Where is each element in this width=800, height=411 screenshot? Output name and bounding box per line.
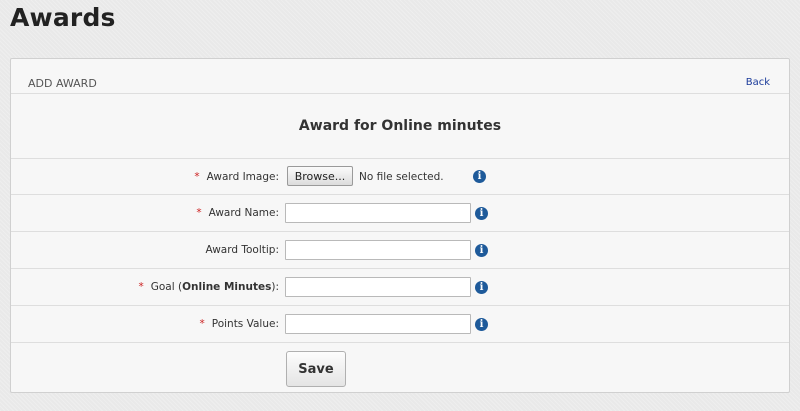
- file-status-text: No file selected.: [359, 171, 444, 183]
- form-heading: Award for Online minutes: [11, 94, 789, 159]
- panel-header: ADD AWARD Back: [11, 59, 789, 94]
- award-name-label-text: Award Name:: [208, 207, 279, 219]
- award-image-label-text: Award Image:: [206, 171, 279, 183]
- info-icon[interactable]: i: [475, 207, 488, 220]
- goal-row: * Goal (Online Minutes): i: [11, 269, 789, 306]
- required-marker: *: [199, 318, 205, 330]
- points-value-label-text: Points Value:: [211, 318, 279, 330]
- goal-label: * Goal (Online Minutes):: [139, 269, 280, 305]
- required-marker: *: [196, 207, 202, 219]
- info-icon[interactable]: i: [475, 318, 488, 331]
- goal-label-prefix: Goal (: [150, 281, 183, 293]
- points-value-row: * Points Value: i: [11, 306, 789, 343]
- info-icon[interactable]: i: [473, 170, 486, 183]
- info-icon[interactable]: i: [475, 244, 488, 257]
- panel-subtitle: ADD AWARD: [28, 77, 97, 90]
- award-name-input[interactable]: [285, 203, 471, 223]
- award-image-row: * Award Image: Browse... No file selected…: [11, 159, 789, 195]
- award-tooltip-row: Award Tooltip: i: [11, 232, 789, 269]
- award-name-label: * Award Name:: [196, 195, 279, 231]
- browse-button[interactable]: Browse...: [287, 166, 353, 186]
- points-value-label: * Points Value:: [199, 306, 279, 342]
- page-title: Awards: [10, 3, 116, 32]
- save-row: Save: [11, 343, 789, 395]
- save-button[interactable]: Save: [286, 351, 346, 387]
- points-value-input[interactable]: [285, 314, 471, 334]
- back-link[interactable]: Back: [746, 77, 770, 88]
- info-icon[interactable]: i: [475, 281, 488, 294]
- award-tooltip-label: Award Tooltip:: [205, 244, 279, 256]
- award-tooltip-input[interactable]: [285, 240, 471, 260]
- add-award-panel: ADD AWARD Back Award for Online minutes …: [10, 58, 790, 393]
- required-marker: *: [194, 171, 200, 183]
- goal-label-suffix: ):: [271, 281, 279, 293]
- required-marker: *: [138, 281, 144, 293]
- award-image-label: * Award Image:: [194, 159, 279, 195]
- goal-label-unit: Online Minutes: [182, 281, 272, 293]
- award-name-row: * Award Name: i: [11, 195, 789, 232]
- goal-input[interactable]: [285, 277, 471, 297]
